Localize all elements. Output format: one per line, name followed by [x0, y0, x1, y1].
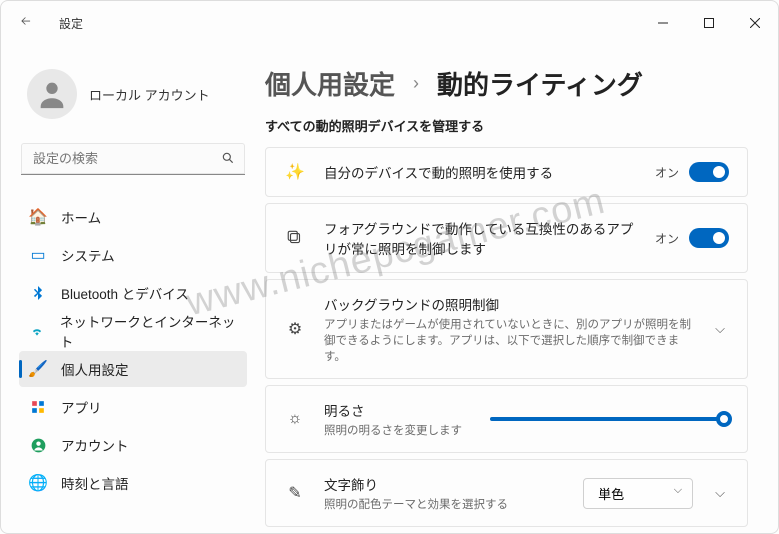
brightness-slider[interactable] — [490, 417, 729, 421]
row-brightness: ☼ 明るさ照明の明るさを変更します — [265, 385, 748, 453]
breadcrumb-parent[interactable]: 個人用設定 — [265, 65, 395, 102]
search-icon — [221, 151, 235, 170]
nav-network[interactable]: ネットワークとインターネット — [19, 313, 247, 349]
pen-icon: ✎ — [284, 483, 306, 503]
chevron-down-icon: ⌵ — [711, 485, 729, 501]
chevron-right-icon: › — [413, 73, 419, 94]
row-background-control[interactable]: ⚙ バックグラウンドの照明制御アプリまたはゲームが使用されていないときに、別のア… — [265, 279, 748, 379]
back-button[interactable] — [19, 14, 39, 33]
maximize-button[interactable] — [686, 7, 732, 39]
sidebar: ローカル アカウント 🏠ホーム ▭システム Bluetooth とデバイス ネッ… — [1, 45, 259, 533]
row-foreground-control: フォアグラウンドで動作している互換性のあるアプリが常に照明を制御します オン — [265, 203, 748, 273]
apps-icon — [29, 398, 47, 416]
nav-personalization[interactable]: 🖌️個人用設定 — [19, 351, 247, 387]
avatar — [27, 69, 77, 119]
breadcrumb-current: 動的ライティング — [437, 65, 643, 102]
breadcrumb: 個人用設定 › 動的ライティング — [265, 65, 748, 102]
toggle-foreground[interactable] — [689, 228, 729, 248]
globe-icon: 🌐 — [29, 474, 47, 492]
profile-name: ローカル アカウント — [89, 85, 210, 104]
close-button[interactable] — [732, 7, 778, 39]
section-subtitle: すべての動的照明デバイスを管理する — [265, 116, 748, 135]
nav-accounts[interactable]: アカウント — [19, 427, 247, 463]
account-icon — [29, 436, 47, 454]
wifi-icon — [29, 322, 46, 340]
toggle-dynamic-lighting[interactable] — [689, 162, 729, 182]
row-dynamic-lighting-toggle: ✨ 自分のデバイスで動的照明を使用する オン — [265, 147, 748, 197]
home-icon: 🏠 — [29, 208, 47, 226]
color-theme-dropdown[interactable]: 単色 — [583, 478, 693, 509]
minimize-button[interactable] — [640, 7, 686, 39]
search-input[interactable] — [21, 143, 245, 175]
row-text-decoration[interactable]: ✎ 文字飾り照明の配色テーマと効果を選択する 単色 ⌵ — [265, 459, 748, 527]
chevron-down-icon: ⌵ — [711, 321, 729, 337]
main-content: 個人用設定 › 動的ライティング すべての動的照明デバイスを管理する ✨ 自分の… — [259, 45, 778, 533]
gear-icon: ⚙ — [284, 319, 306, 339]
sparkle-icon: ✨ — [284, 162, 306, 182]
nav-home[interactable]: 🏠ホーム — [19, 199, 247, 235]
brush-icon: 🖌️ — [29, 360, 47, 378]
nav-system[interactable]: ▭システム — [19, 237, 247, 273]
layers-icon — [284, 229, 306, 247]
nav-apps[interactable]: アプリ — [19, 389, 247, 425]
nav-bluetooth[interactable]: Bluetooth とデバイス — [19, 275, 247, 311]
brightness-icon: ☼ — [284, 410, 306, 428]
bluetooth-icon — [29, 284, 47, 302]
window-title: 設定 — [59, 15, 83, 32]
system-icon: ▭ — [29, 246, 47, 264]
nav-time[interactable]: 🌐時刻と言語 — [19, 465, 247, 501]
profile-block[interactable]: ローカル アカウント — [19, 45, 247, 143]
